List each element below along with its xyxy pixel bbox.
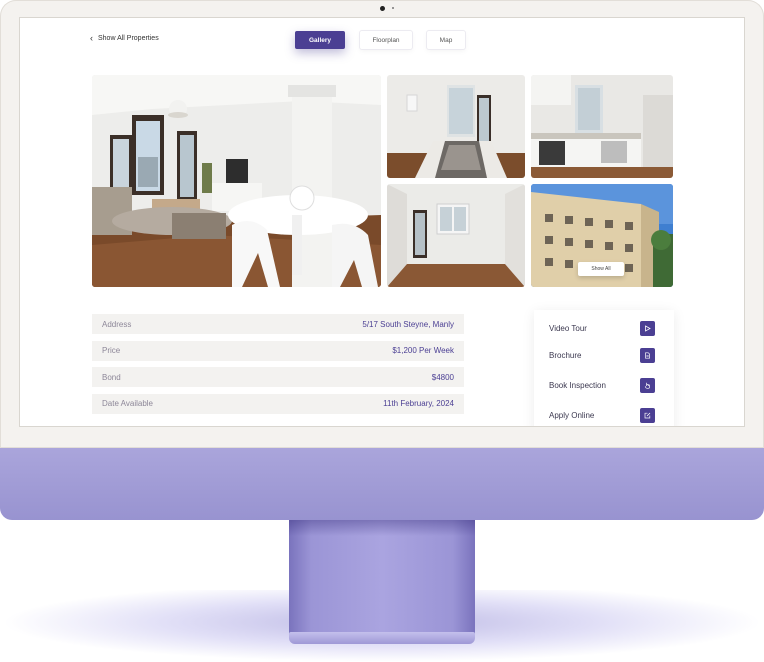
book-inspection-action[interactable]: Book Inspection xyxy=(549,377,655,393)
photo-empty-room[interactable] xyxy=(387,184,525,287)
detail-value: 11th February, 2024 xyxy=(383,399,454,408)
empty-room-image xyxy=(387,184,525,287)
apply-online-action[interactable]: Apply Online xyxy=(549,407,655,423)
living-room-image xyxy=(92,75,381,287)
detail-row-price: Price $1,200 Per Week xyxy=(92,340,464,361)
tab-map[interactable]: Map xyxy=(427,31,465,49)
kitchen-image xyxy=(531,75,673,178)
stand-shade xyxy=(289,520,475,536)
detail-value: $4800 xyxy=(431,372,454,382)
tab-gallery[interactable]: Gallery xyxy=(295,31,345,49)
monitor-chin xyxy=(0,444,764,520)
action-label: Apply Online xyxy=(549,410,595,420)
detail-row-bond: Bond $4800 xyxy=(92,367,464,387)
photo-bedroom[interactable] xyxy=(387,75,525,178)
chevron-left-icon: ‹ xyxy=(90,33,93,43)
hand-pointer-icon[interactable] xyxy=(640,377,655,393)
photo-kitchen[interactable] xyxy=(531,75,673,178)
detail-label: Price xyxy=(102,346,121,355)
detail-value: $1,200 Per Week xyxy=(392,346,454,355)
action-label: Brochure xyxy=(549,350,582,360)
bedroom-image xyxy=(387,75,525,178)
monitor-screen: ‹ Show All Properties Gallery Floorplan … xyxy=(20,18,744,426)
video-tour-action[interactable]: Video Tour xyxy=(549,320,655,336)
detail-value: 5/17 South Steyne, Manly xyxy=(362,319,454,329)
detail-row-address: Address 5/17 South Steyne, Manly xyxy=(92,314,464,334)
photo-living-room[interactable] xyxy=(92,75,381,287)
brochure-action[interactable]: Brochure xyxy=(549,347,655,363)
monitor-stand xyxy=(289,520,475,638)
action-label: Video Tour xyxy=(549,323,587,333)
action-label: Book Inspection xyxy=(549,380,606,390)
detail-row-date-available: Date Available 11th February, 2024 xyxy=(92,393,464,414)
view-tabs: Gallery Floorplan Map xyxy=(295,31,465,49)
detail-label: Address xyxy=(102,319,132,329)
camera-icon xyxy=(380,6,385,11)
actions-card: Video Tour Brochure Book Inspection Appl… xyxy=(534,310,674,426)
back-link[interactable]: ‹ Show All Properties xyxy=(90,33,159,43)
detail-label: Date Available xyxy=(102,399,153,408)
show-all-button[interactable]: Show All xyxy=(578,262,624,276)
tab-floorplan[interactable]: Floorplan xyxy=(360,31,412,49)
play-icon[interactable] xyxy=(640,320,655,336)
document-icon[interactable] xyxy=(640,347,655,363)
detail-label: Bond xyxy=(102,372,121,382)
edit-icon[interactable] xyxy=(640,407,655,423)
sensor-dot xyxy=(392,7,394,9)
back-link-label: Show All Properties xyxy=(98,35,159,42)
property-details: Address 5/17 South Steyne, Manly Price $… xyxy=(92,314,464,420)
monitor-stand-foot xyxy=(289,632,475,644)
